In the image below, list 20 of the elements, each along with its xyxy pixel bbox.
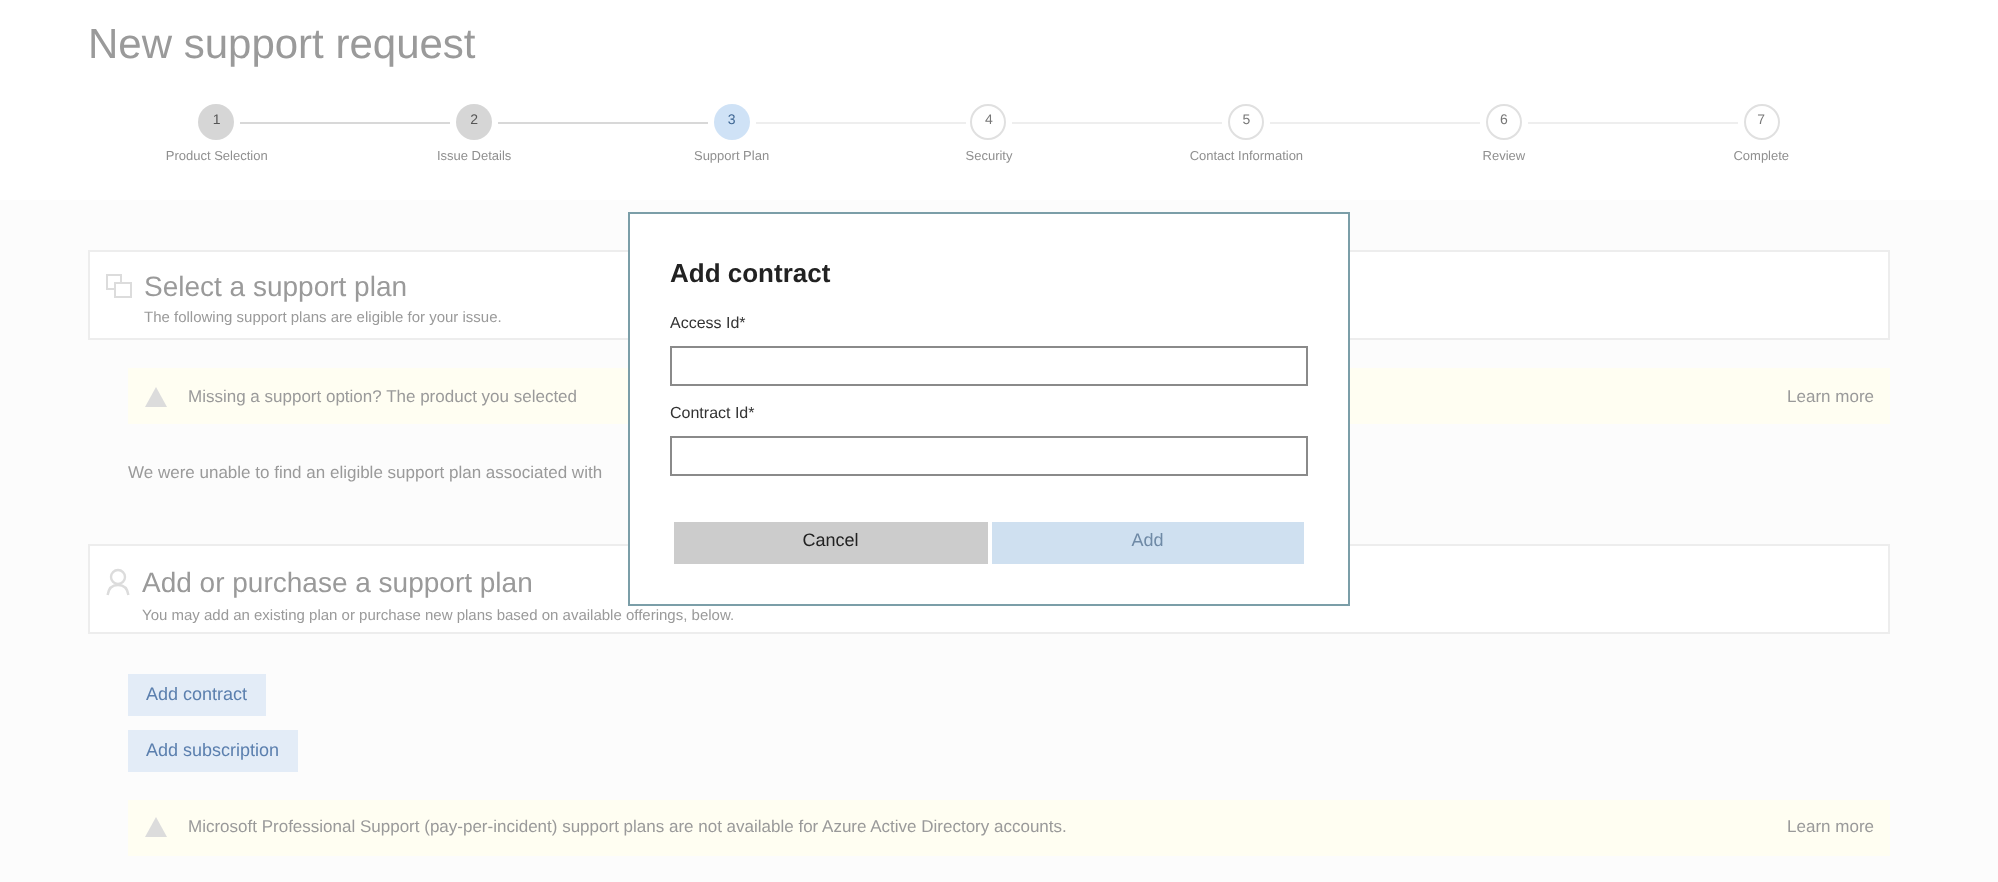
warning-icon <box>144 816 168 839</box>
person-icon <box>106 567 130 596</box>
input-field[interactable] <box>670 435 1308 475</box>
page-title: New support request <box>88 20 476 72</box>
add-button[interactable]: Add contract <box>128 673 266 716</box>
learn-more-link[interactable]: Learn more <box>1787 814 1874 841</box>
section-title: Select a support plan <box>144 270 410 305</box>
input-field[interactable] <box>670 345 1308 385</box>
field-label: Access Id* <box>670 311 748 335</box>
message-text: We were unable to find an eligible support plan associated with <box>128 460 605 486</box>
add-button[interactable]: Add subscription <box>128 729 298 772</box>
section-title: Add or purchase a support plan <box>142 563 535 600</box>
cancel-button[interactable]: Cancel <box>674 521 987 563</box>
warning-icon <box>144 385 168 407</box>
list-icon <box>106 274 132 298</box>
learn-more-link[interactable]: Learn more <box>1787 383 1874 409</box>
warning-text: Missing a support option? The product you selected <box>188 383 578 409</box>
field-label: Contract Id* <box>670 401 757 425</box>
warning-text: Microsoft Professional Support (pay-per-incident) support plans are not available for Azure Active Directory accounts. <box>188 814 1067 841</box>
dialog-title: Add contract <box>670 256 833 292</box>
